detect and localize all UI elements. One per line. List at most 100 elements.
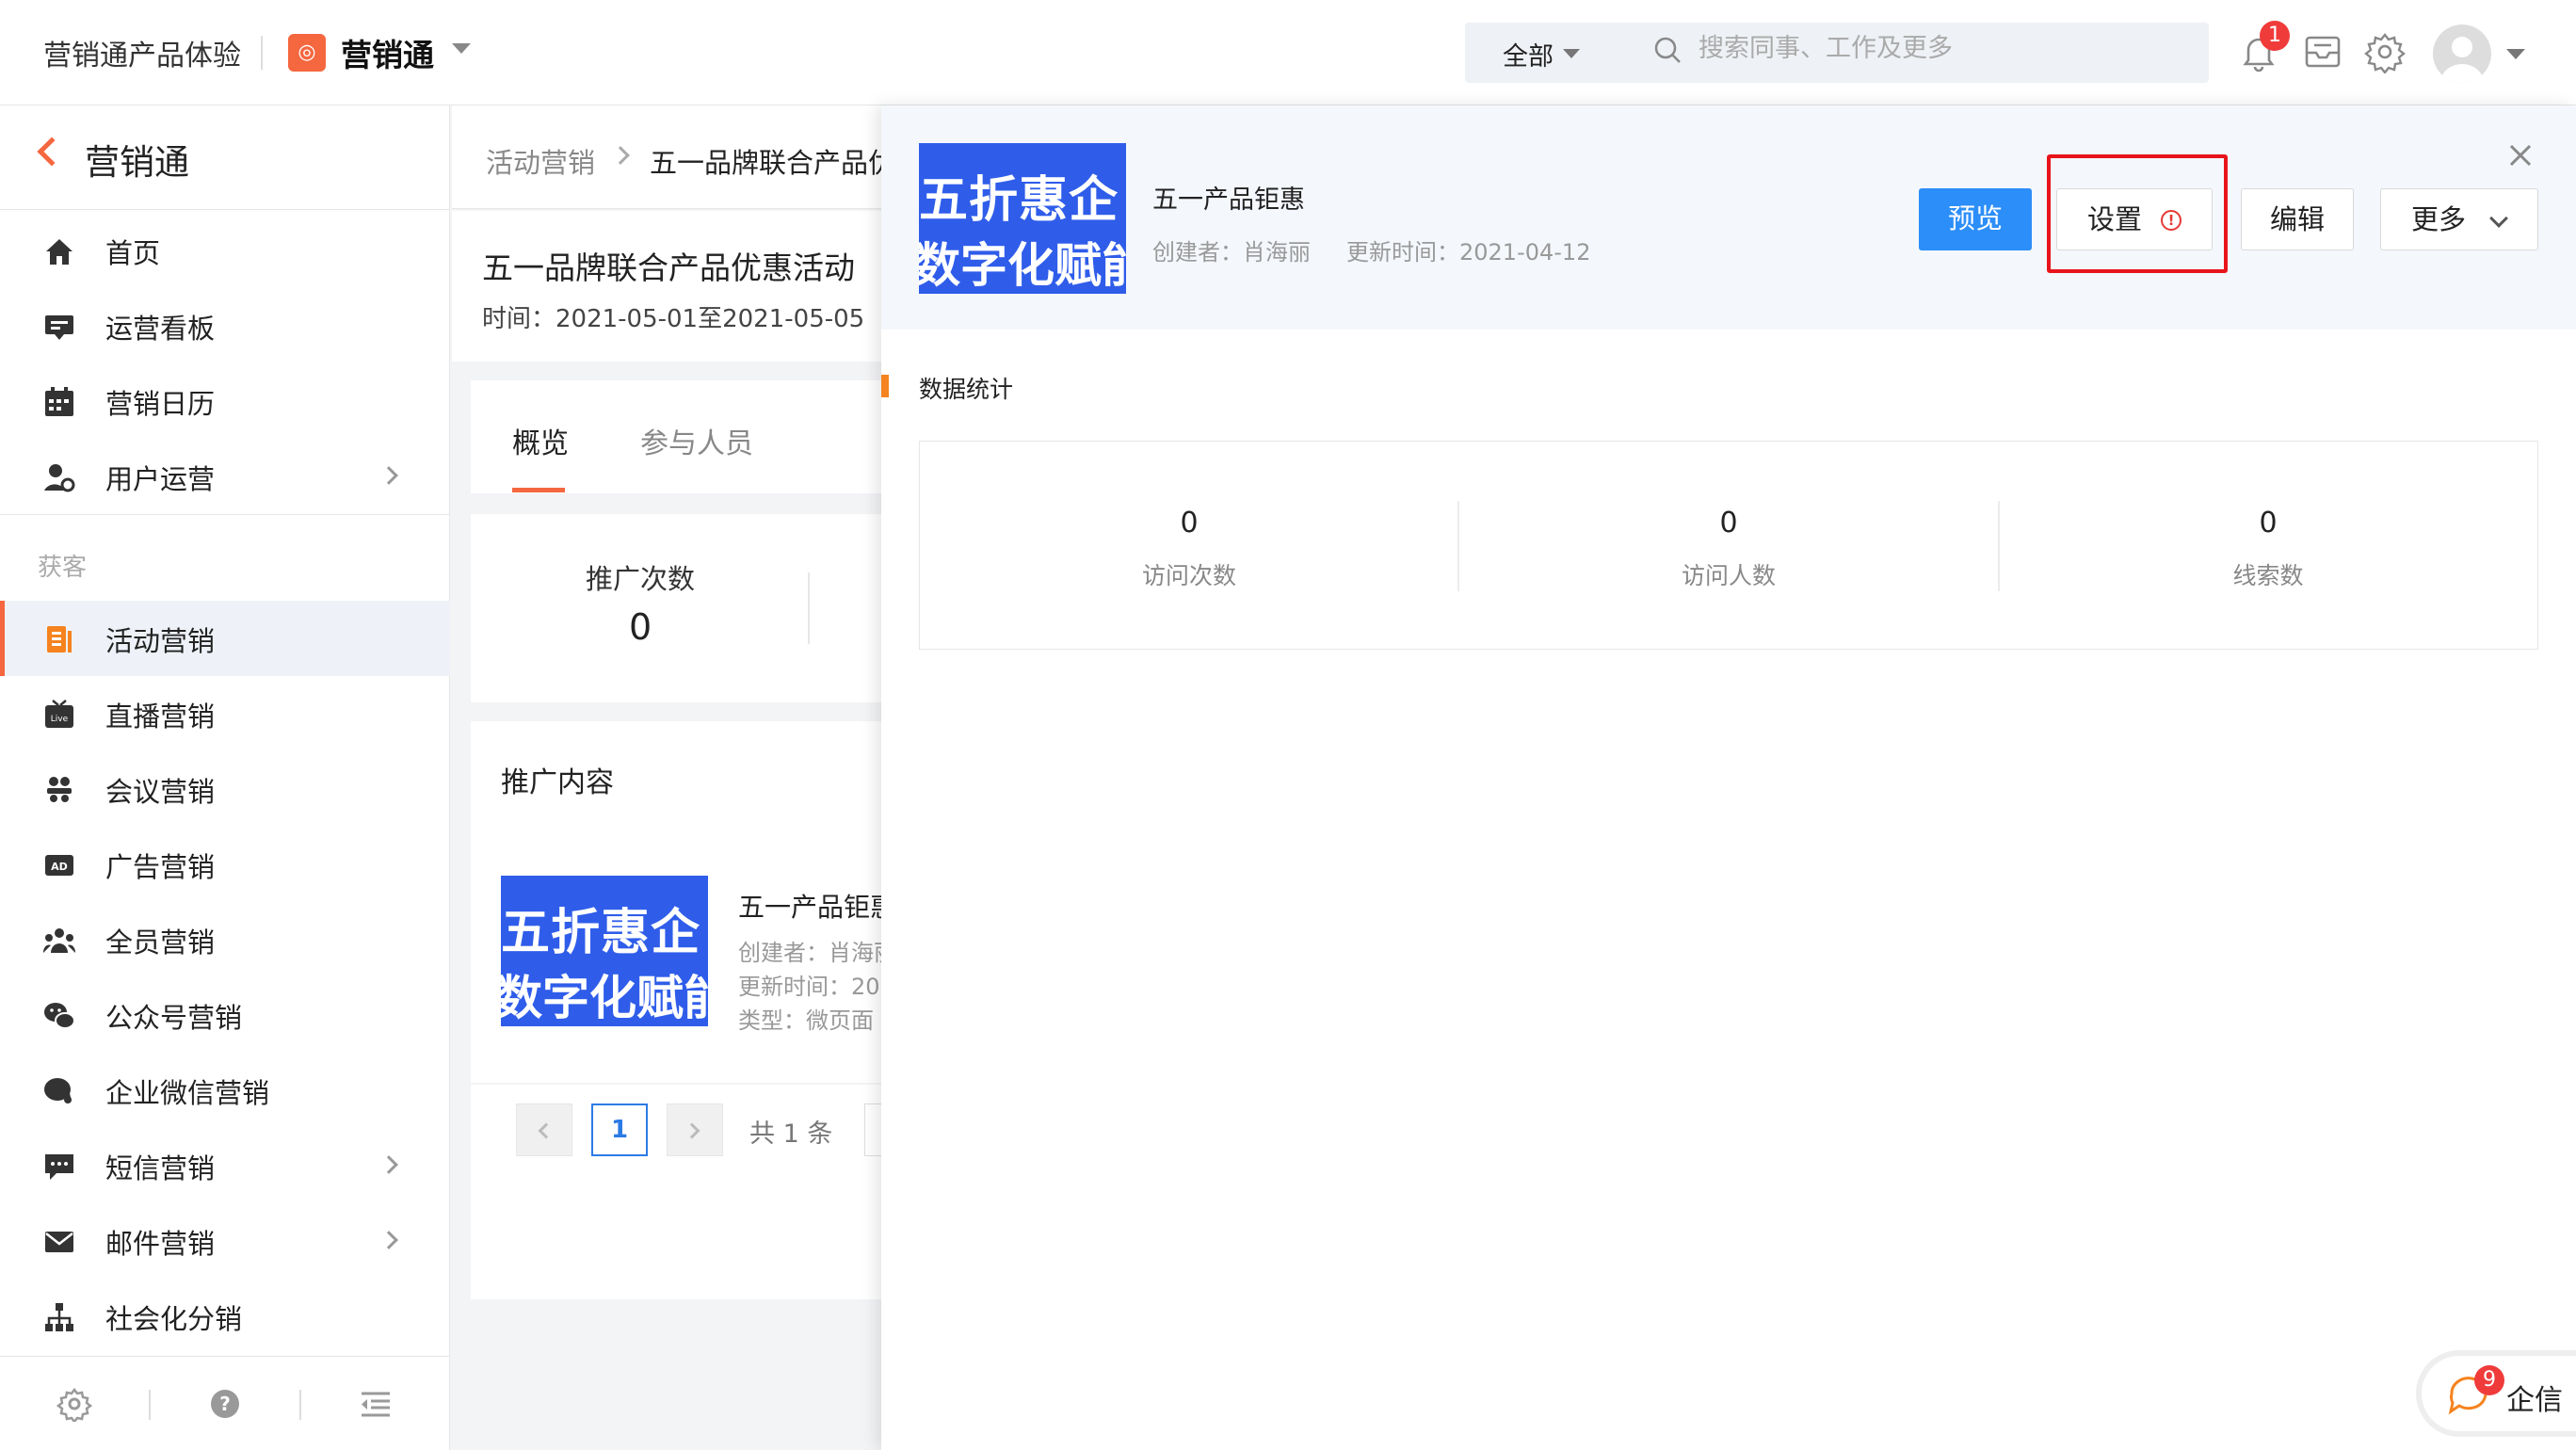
gear-icon[interactable] (2363, 30, 2407, 73)
collapse-menu-icon[interactable] (358, 1386, 394, 1422)
highlight-box (2047, 154, 2228, 273)
mail-icon (45, 1232, 73, 1252)
sidebar-item-user-ops[interactable]: 用户运营 (0, 439, 450, 514)
sidebar-item-wecom[interactable]: 企业微信营销 (0, 1053, 450, 1128)
divider (261, 36, 263, 70)
drawer-updated: 更新时间：2021-04-12 (1346, 239, 1591, 266)
chevron-down-icon[interactable] (2506, 49, 2525, 59)
sidebar-item-calendar[interactable]: 营销日历 (0, 363, 450, 439)
banner-text: 数字化赋能 (501, 971, 708, 1025)
stat-label: 线索数 (2232, 562, 2304, 589)
sidebar-item-label: 公众号营销 (105, 1002, 243, 1034)
breadcrumb-current: 五一品牌联合产品优 (650, 147, 896, 179)
sidebar-item-label: 会议营销 (105, 776, 216, 808)
sidebar-item-label: 营销日历 (105, 388, 216, 420)
product-title[interactable]: 营销通产品体验 (43, 32, 241, 73)
sidebar-item-label: 企业微信营销 (105, 1077, 270, 1109)
ad-icon: AD (45, 855, 73, 876)
activity-time: 时间：2021-05-01至2021-05-05 (482, 305, 865, 333)
distribution-icon (45, 1303, 73, 1331)
sidebar-item-activity[interactable]: 活动营销 (0, 601, 450, 676)
team-icon (43, 928, 75, 953)
prev-page-button[interactable] (516, 1104, 572, 1156)
chevron-right-icon (379, 466, 398, 485)
more-button-label: 更多 (2411, 203, 2467, 235)
meeting-icon (47, 777, 72, 802)
content-type: 类型：微页面 (738, 1007, 874, 1034)
sidebar-item-label: 用户运营 (105, 463, 216, 495)
user-avatar-icon (2440, 37, 2484, 83)
tab-overview[interactable]: 概览 (512, 420, 569, 461)
stats-heading: 数据统计 (919, 376, 1014, 403)
sidebar-item-label: 广告营销 (105, 851, 216, 883)
content-name[interactable]: 五一产品钜惠 (738, 887, 896, 925)
close-icon[interactable] (2504, 139, 2536, 171)
sidebar-item-label: 直播营销 (105, 701, 216, 733)
sidebar-item-meeting[interactable]: 会议营销 (0, 751, 450, 827)
sidebar-item-distribution[interactable]: 社会化分销 (0, 1279, 450, 1354)
app-switcher[interactable]: 营销通 (341, 30, 434, 75)
drawer-creator: 创建者：肖海丽 (1152, 239, 1311, 266)
more-button[interactable]: 更多 (2380, 188, 2538, 250)
content-updated: 更新时间：202 (738, 974, 894, 1000)
inbox-icon[interactable] (2301, 30, 2344, 73)
search-scope-select[interactable]: 全部 (1503, 36, 1554, 72)
stat-value: 0 (1180, 507, 1199, 540)
sidebar-item-home[interactable]: 首页 (0, 213, 450, 288)
preview-button[interactable]: 预览 (1919, 188, 2032, 250)
page-title: 五一品牌联合产品优惠活动 (482, 250, 855, 286)
avatar[interactable] (2433, 24, 2491, 83)
sidebar-item-sms[interactable]: 短信营销 (0, 1128, 450, 1203)
divider (1998, 501, 2000, 591)
app-logo-icon: ◎ (288, 34, 326, 72)
live-icon: Live (45, 700, 73, 728)
divider (0, 209, 450, 210)
stat-value: 0 (2259, 507, 2278, 540)
chevron-down-icon (2489, 209, 2508, 228)
divider (299, 1390, 301, 1420)
chat-badge: 9 (2474, 1365, 2504, 1395)
activity-icon (47, 626, 72, 652)
chat-label[interactable]: 企信 (2506, 1377, 2563, 1418)
content-thumbnail[interactable]: 五折惠企 数字化赋能 (501, 876, 708, 1026)
wecom-icon (44, 1078, 72, 1104)
search-input[interactable] (1699, 34, 2169, 63)
drawer-title: 五一产品钜惠 (1152, 185, 1305, 215)
help-icon[interactable]: ? (207, 1386, 243, 1422)
section-label: 获客 (38, 554, 88, 582)
sms-icon (45, 1154, 73, 1180)
edit-button[interactable]: 编辑 (2241, 188, 2354, 250)
dashboard-icon (45, 315, 73, 340)
svg-text:AD: AD (51, 861, 68, 873)
sidebar-item-label: 社会化分销 (105, 1303, 243, 1335)
overview-stats (471, 514, 885, 702)
chevron-down-icon[interactable] (452, 43, 471, 54)
svg-text:?: ? (219, 1393, 231, 1415)
chevron-right-icon (684, 1122, 700, 1139)
sidebar-item-mail[interactable]: 邮件营销 (0, 1203, 450, 1279)
sidebar-item-dashboard[interactable]: 运营看板 (0, 288, 450, 363)
wechat-icon (44, 1003, 75, 1029)
tab-participants[interactable]: 参与人员 (640, 420, 753, 461)
chevron-left-icon (538, 1122, 555, 1139)
settings-icon[interactable] (56, 1386, 92, 1422)
content-creator: 创建者：肖海丽 (738, 940, 896, 966)
sidebar-item-ad[interactable]: AD 广告营销 (0, 827, 450, 902)
sidebar-item-wechat[interactable]: 公众号营销 (0, 977, 450, 1053)
sidebar-item-live[interactable]: Live 直播营销 (0, 676, 450, 751)
sidebar-item-label: 邮件营销 (105, 1228, 216, 1260)
stats-panel (919, 441, 2538, 650)
next-page-button[interactable] (667, 1104, 723, 1156)
breadcrumb-link[interactable]: 活动营销 (486, 141, 595, 181)
chevron-down-icon[interactable] (1563, 49, 1580, 58)
stat-label: 推广次数 (586, 563, 696, 595)
page-number-button[interactable]: 1 (591, 1104, 648, 1156)
section-title: 推广内容 (501, 766, 614, 799)
calendar-icon (45, 387, 73, 416)
sidebar-item-label: 首页 (105, 237, 161, 269)
home-icon (46, 239, 72, 265)
notification-badge: 1 (2260, 21, 2290, 51)
stat-value: 0 (1719, 507, 1738, 540)
stat-label: 访问次数 (1141, 562, 1236, 589)
sidebar-item-team[interactable]: 全员营销 (0, 902, 450, 977)
